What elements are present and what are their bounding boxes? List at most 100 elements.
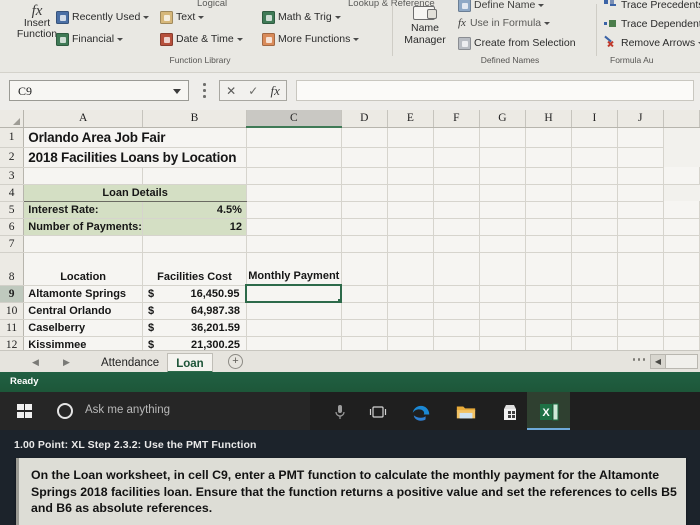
cell-d5[interactable] — [341, 201, 388, 219]
cell-k10[interactable] — [663, 302, 700, 320]
cell-f8[interactable] — [433, 252, 480, 286]
cell-e6[interactable] — [387, 218, 434, 236]
horizontal-scrollbar[interactable]: ◀ — [650, 354, 698, 369]
cell-j10[interactable] — [617, 302, 664, 320]
cell-d12[interactable] — [341, 336, 388, 350]
math-trig-button[interactable]: Math & Trig — [262, 11, 341, 24]
cell-d10[interactable] — [341, 302, 388, 320]
cell-e4[interactable] — [341, 184, 388, 202]
cell-a5[interactable]: Interest Rate: — [23, 201, 143, 219]
cell-a3[interactable] — [23, 167, 143, 185]
nav-prev-icon[interactable]: ◀ — [32, 357, 39, 368]
cell-g4[interactable] — [433, 184, 480, 202]
cell-b5[interactable]: 4.5% — [142, 201, 247, 219]
cell-j7[interactable] — [617, 235, 664, 253]
cell-e11[interactable] — [387, 319, 434, 337]
text-button[interactable]: Text — [160, 11, 205, 24]
cell-j11[interactable] — [617, 319, 664, 337]
cell-j1[interactable] — [571, 127, 618, 148]
remove-arrows-button[interactable]: Remove Arrows — [604, 35, 700, 49]
sheet-tab-attendance[interactable]: Attendance — [93, 353, 167, 373]
date-time-button[interactable]: Date & Time — [160, 33, 243, 46]
chevron-down-icon[interactable] — [544, 22, 551, 25]
cell-b8[interactable]: Facilities Cost — [142, 252, 247, 286]
formula-input[interactable] — [296, 80, 694, 101]
cell-f5[interactable] — [433, 201, 480, 219]
financial-button[interactable]: Financial — [56, 33, 124, 46]
cell-g3[interactable] — [479, 167, 526, 185]
cell-h5[interactable] — [525, 201, 573, 219]
cell-f9[interactable] — [433, 285, 480, 303]
name-manager-button[interactable]: Name Manager — [400, 6, 450, 46]
more-functions-button[interactable]: More Functions — [262, 33, 360, 46]
cell-c3[interactable] — [246, 167, 342, 185]
chevron-down-icon[interactable] — [334, 16, 341, 19]
microsoft-store-button[interactable] — [488, 392, 531, 430]
cell-e9[interactable] — [387, 285, 434, 303]
cell-j3[interactable] — [617, 167, 664, 185]
cell-k9[interactable] — [663, 285, 700, 303]
row-header-3[interactable]: 3 — [0, 167, 25, 185]
cell-d3[interactable] — [341, 167, 388, 185]
chevron-down-icon[interactable] — [236, 38, 243, 41]
column-header-b[interactable]: B — [142, 110, 247, 128]
cell-d7[interactable] — [341, 235, 388, 253]
cell-f2[interactable] — [387, 147, 434, 168]
cell-f6[interactable] — [433, 218, 480, 236]
cell-b12[interactable]: $ 21,300.25 — [142, 336, 247, 350]
cell-b11[interactable]: $ 36,201.59 — [142, 319, 247, 337]
cell-d8[interactable] — [341, 252, 388, 286]
recently-used-button[interactable]: Recently Used — [56, 11, 150, 24]
column-header-c[interactable]: C — [246, 110, 342, 128]
microphone-button[interactable] — [318, 392, 361, 430]
cell-a6[interactable]: Number of Payments: — [23, 218, 143, 236]
cell-i10[interactable] — [571, 302, 618, 320]
cell-g10[interactable] — [479, 302, 526, 320]
cell-e10[interactable] — [387, 302, 434, 320]
cell-k6[interactable] — [663, 218, 700, 236]
cell-e7[interactable] — [387, 235, 434, 253]
cortana-circle-icon[interactable] — [57, 403, 73, 419]
windows-start-icon[interactable] — [17, 404, 32, 418]
cell-i3[interactable] — [571, 167, 618, 185]
cell-e1[interactable] — [341, 127, 388, 148]
chevron-down-icon[interactable] — [198, 16, 205, 19]
row-header-5[interactable]: 5 — [0, 201, 25, 219]
cell-a4[interactable]: Loan Details — [23, 184, 247, 202]
cell-k12[interactable] — [663, 336, 700, 350]
cell-h12[interactable] — [525, 336, 573, 350]
cell-j4[interactable] — [571, 184, 618, 202]
cell-j2[interactable] — [571, 147, 618, 168]
cancel-icon[interactable]: ✕ — [226, 84, 236, 98]
cell-j12[interactable] — [617, 336, 664, 350]
cell-f7[interactable] — [433, 235, 480, 253]
cell-f10[interactable] — [433, 302, 480, 320]
cell-i4[interactable] — [525, 184, 573, 202]
cell-g12[interactable] — [479, 336, 526, 350]
cell-g6[interactable] — [479, 218, 526, 236]
cell-g8[interactable] — [479, 252, 526, 286]
cell-d4[interactable] — [246, 184, 342, 202]
taskbar-search-region[interactable]: Ask me anything — [0, 392, 310, 430]
trace-dependents-button[interactable]: Trace Dependents — [604, 18, 700, 30]
cell-k4[interactable] — [617, 184, 664, 202]
cell-d1[interactable] — [246, 127, 342, 148]
cell-a1[interactable]: Orlando Area Job Fair — [23, 127, 247, 148]
cell-e3[interactable] — [387, 167, 434, 185]
sheet-nav-arrows[interactable]: ◀ ▶ — [20, 355, 82, 369]
cell-k7[interactable] — [663, 235, 700, 253]
column-header-j[interactable]: J — [617, 110, 664, 128]
cell-c6[interactable] — [246, 218, 342, 236]
cell-i1[interactable] — [525, 127, 573, 148]
cell-e8[interactable] — [387, 252, 434, 286]
chevron-down-icon[interactable] — [117, 38, 124, 41]
chevron-down-icon[interactable] — [538, 4, 545, 7]
column-header-e[interactable]: E — [387, 110, 434, 128]
cell-c12[interactable] — [246, 336, 342, 350]
cell-k1[interactable] — [617, 127, 664, 148]
cell-i6[interactable] — [571, 218, 618, 236]
excel-taskbar-button[interactable]: X — [527, 392, 570, 430]
worksheet-grid[interactable]: A B C D E F G H I J 1 Orlando Area Job F… — [0, 110, 700, 350]
cell-c10[interactable] — [246, 302, 342, 320]
cell-j6[interactable] — [617, 218, 664, 236]
